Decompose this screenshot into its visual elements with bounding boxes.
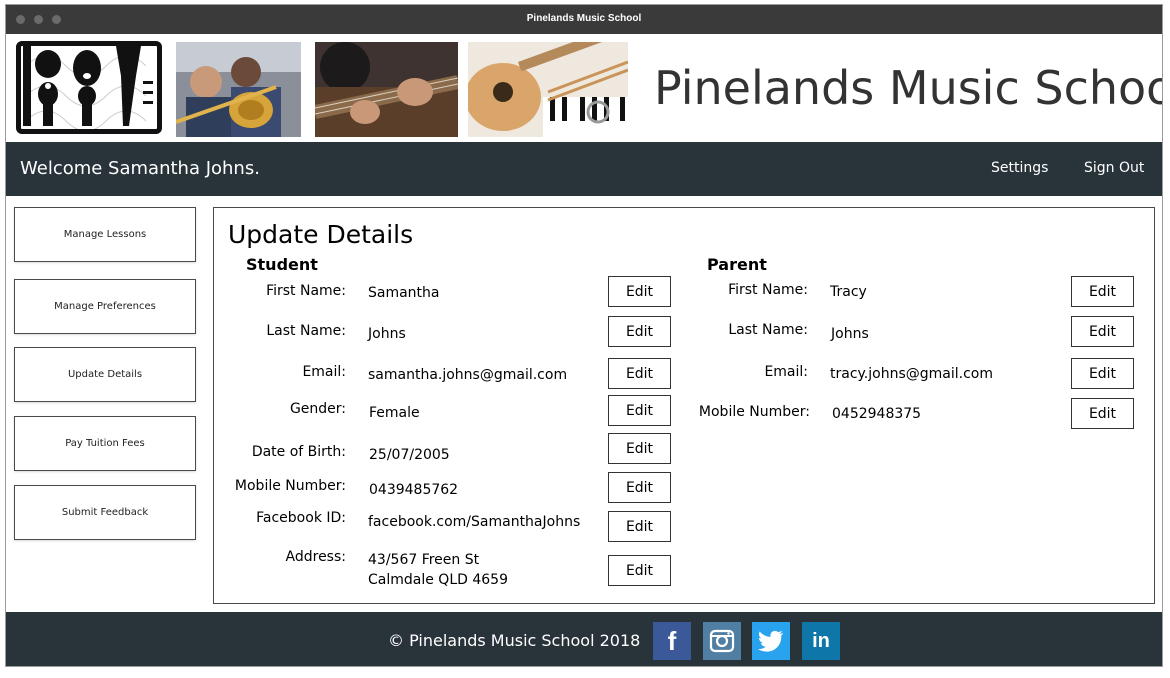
camera-icon bbox=[709, 629, 735, 653]
update-details-button[interactable]: Update Details bbox=[14, 347, 196, 402]
student-address-line1: 43/567 Freen St bbox=[368, 552, 480, 568]
parent-last-name-label: Last Name: bbox=[728, 322, 808, 338]
facebook-glyph: f bbox=[667, 625, 677, 656]
update-details-panel: Update Details Student First Name: Saman… bbox=[213, 207, 1155, 604]
parent-mobile-label: Mobile Number: bbox=[698, 404, 810, 420]
student-dob-value: 25/07/2005 bbox=[369, 447, 450, 463]
edit-student-last-name-button[interactable]: Edit bbox=[608, 316, 671, 347]
edit-student-mobile-button[interactable]: Edit bbox=[608, 472, 671, 503]
student-dob-label: Date of Birth: bbox=[251, 444, 346, 460]
parent-first-name-value: Tracy bbox=[830, 284, 867, 300]
edit-parent-last-name-button[interactable]: Edit bbox=[1071, 316, 1134, 347]
parent-heading: Parent bbox=[707, 255, 767, 274]
manage-lessons-button[interactable]: Manage Lessons bbox=[14, 207, 196, 262]
student-address-line2: Calmdale QLD 4659 bbox=[368, 572, 508, 588]
edit-student-first-name-button[interactable]: Edit bbox=[608, 276, 671, 307]
student-facebook-value: facebook.com/SamanthaJohns bbox=[368, 514, 581, 530]
settings-link[interactable]: Settings bbox=[991, 160, 1048, 176]
student-last-name-label: Last Name: bbox=[266, 323, 346, 339]
manage-preferences-button[interactable]: Manage Preferences bbox=[14, 279, 196, 334]
edit-student-dob-button[interactable]: Edit bbox=[608, 433, 671, 464]
sign-out-link[interactable]: Sign Out bbox=[1084, 160, 1144, 176]
edit-student-gender-button[interactable]: Edit bbox=[608, 395, 671, 426]
trombone-students-photo bbox=[176, 42, 301, 137]
student-first-name-value: Samantha bbox=[368, 285, 440, 301]
student-facebook-label: Facebook ID: bbox=[256, 510, 346, 526]
linkedin-glyph: in bbox=[812, 629, 830, 652]
twitter-icon[interactable] bbox=[752, 622, 790, 660]
parent-last-name-value: Johns bbox=[831, 326, 869, 342]
page-title: Update Details bbox=[228, 220, 414, 249]
edit-parent-mobile-button[interactable]: Edit bbox=[1071, 398, 1134, 429]
edit-student-facebook-button[interactable]: Edit bbox=[608, 511, 671, 542]
student-gender-label: Gender: bbox=[289, 401, 346, 417]
instruments-photo bbox=[468, 42, 628, 137]
student-email-label: Email: bbox=[302, 364, 346, 380]
app-window: Pinelands Music School Pinelands Music S… bbox=[5, 4, 1163, 667]
facebook-icon[interactable]: f bbox=[653, 622, 691, 660]
guitar-playing-photo bbox=[315, 42, 458, 137]
parent-email-value: tracy.johns@gmail.com bbox=[830, 366, 993, 382]
student-mobile-label: Mobile Number: bbox=[234, 478, 346, 494]
linkedin-icon[interactable]: in bbox=[802, 622, 840, 660]
site-title: Pinelands Music School bbox=[654, 61, 1163, 115]
parent-mobile-value: 0452948375 bbox=[832, 406, 922, 422]
instagram-icon[interactable] bbox=[703, 622, 741, 660]
parent-email-label: Email: bbox=[764, 364, 808, 380]
student-last-name-value: Johns bbox=[368, 326, 406, 342]
edit-student-email-button[interactable]: Edit bbox=[608, 358, 671, 389]
parent-first-name-label: First Name: bbox=[728, 282, 808, 298]
edit-student-address-button[interactable]: Edit bbox=[608, 555, 671, 586]
student-address-label: Address: bbox=[285, 549, 346, 565]
pay-tuition-fees-button[interactable]: Pay Tuition Fees bbox=[14, 416, 196, 471]
student-first-name-label: First Name: bbox=[266, 283, 346, 299]
student-email-value: samantha.johns@gmail.com bbox=[368, 367, 568, 383]
top-nav-bar: Welcome Samantha Johns. Settings Sign Ou… bbox=[6, 142, 1162, 196]
bird-icon bbox=[758, 630, 783, 652]
submit-feedback-button[interactable]: Submit Feedback bbox=[14, 485, 196, 540]
site-header: Pinelands Music School bbox=[6, 34, 1162, 142]
student-heading: Student bbox=[246, 255, 318, 274]
site-footer: © Pinelands Music School 2018 f in bbox=[6, 612, 1162, 666]
student-gender-value: Female bbox=[369, 405, 420, 421]
title-bar: Pinelands Music School bbox=[6, 5, 1162, 34]
welcome-message: Welcome Samantha Johns. bbox=[20, 158, 260, 179]
student-mobile-value: 0439485762 bbox=[369, 482, 459, 498]
copyright-text: © Pinelands Music School 2018 bbox=[388, 631, 641, 650]
instrument-logo-icon bbox=[23, 46, 153, 129]
school-logo bbox=[16, 41, 162, 134]
edit-parent-first-name-button[interactable]: Edit bbox=[1071, 276, 1134, 307]
edit-parent-email-button[interactable]: Edit bbox=[1071, 358, 1134, 389]
window-title: Pinelands Music School bbox=[526, 13, 642, 24]
